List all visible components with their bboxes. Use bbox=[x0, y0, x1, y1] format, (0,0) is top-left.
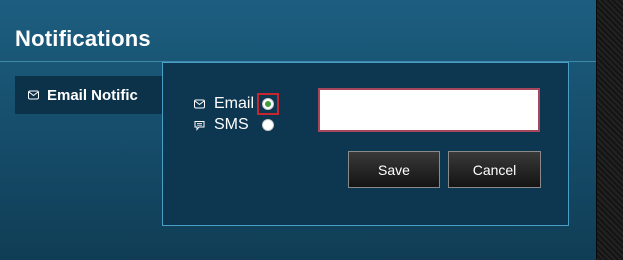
cancel-button[interactable]: Cancel bbox=[448, 151, 541, 188]
sidebar-item-email-notifications[interactable]: Email Notific bbox=[15, 76, 175, 114]
main-panel: Notifications Email Notific Email SMS Sa… bbox=[0, 0, 596, 260]
contact-input[interactable] bbox=[318, 88, 540, 132]
email-radio-focus-ring bbox=[257, 93, 279, 115]
notification-dialog: Email SMS Save Cancel bbox=[162, 62, 569, 226]
sms-option: SMS bbox=[193, 116, 274, 134]
radio-selected-dot bbox=[265, 101, 271, 107]
sms-option-label: SMS bbox=[214, 116, 249, 133]
save-button[interactable]: Save bbox=[348, 151, 440, 188]
right-edge-panel bbox=[596, 0, 623, 260]
sms-radio[interactable] bbox=[262, 119, 274, 131]
envelope-icon bbox=[193, 98, 205, 110]
sidebar-item-label: Email Notific bbox=[47, 86, 138, 104]
email-radio[interactable] bbox=[262, 98, 274, 110]
page-title: Notifications bbox=[15, 26, 151, 51]
envelope-icon bbox=[27, 89, 39, 101]
email-option-label: Email bbox=[214, 95, 255, 112]
chat-bubble-icon bbox=[193, 119, 205, 131]
email-option: Email bbox=[193, 93, 279, 115]
